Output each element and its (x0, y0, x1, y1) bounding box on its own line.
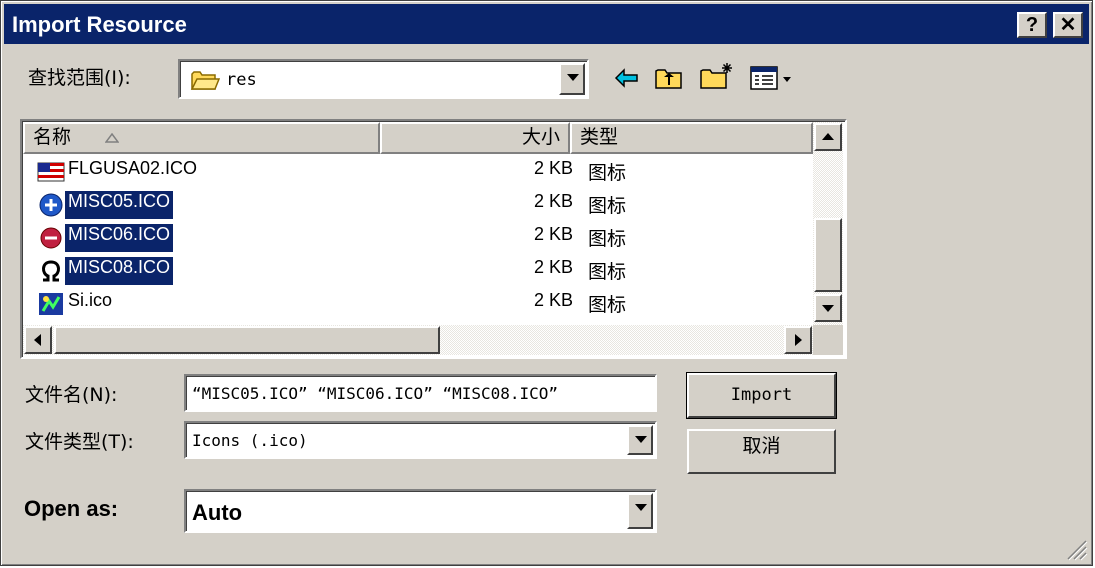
lookin-label: 查找范围(I): (28, 67, 131, 89)
scroll-right-button[interactable] (784, 326, 812, 354)
cancel-button[interactable]: 取消 (687, 429, 836, 474)
minus-circle-icon (40, 227, 62, 249)
file-size: 2 KB (533, 290, 573, 310)
horizontal-scroll-thumb[interactable] (54, 326, 440, 354)
file-size: 2 KB (533, 257, 573, 277)
lookin-value: res (226, 70, 257, 90)
import-resource-dialog: Import Resource ? ✕ 查找范围(I): res 名称 大小 类… (0, 0, 1093, 566)
vertical-scroll-thumb[interactable] (814, 218, 842, 292)
file-name: MISC08.ICO (65, 257, 174, 285)
openas-label: Open as: (24, 496, 119, 521)
file-row[interactable]: MISC05.ICO 2 KB 图标 (23, 188, 813, 221)
file-size: 2 KB (533, 191, 573, 211)
file-name: Si.ico (68, 290, 113, 310)
arrow-left-icon (34, 334, 41, 346)
file-type: 图标 (588, 294, 627, 316)
file-row[interactable]: Si.ico 2 KB 图标 (23, 287, 813, 320)
file-name: MISC05.ICO (65, 191, 174, 219)
plus-circle-icon (39, 193, 63, 217)
arrow-right-icon (795, 334, 802, 346)
filename-value: “MISC05.ICO” “MISC06.ICO” “MISC08.ICO” (192, 384, 559, 403)
new-folder-icon[interactable] (699, 61, 735, 91)
help-button[interactable]: ? (1017, 12, 1047, 38)
column-header-size[interactable]: 大小 (380, 122, 570, 154)
filetype-combobox[interactable]: Icons (.ico) (184, 421, 657, 459)
filename-label: 文件名(N): (25, 384, 118, 406)
resize-grip-icon[interactable] (1064, 537, 1088, 561)
filename-input[interactable]: “MISC05.ICO” “MISC06.ICO” “MISC08.ICO” (184, 374, 657, 412)
vertical-scrollbar[interactable] (813, 122, 843, 325)
back-arrow-icon[interactable] (614, 67, 640, 89)
file-name: MISC06.ICO (65, 224, 174, 252)
file-row[interactable]: FLGUSA02.ICO 2 KB 图标 (23, 155, 813, 188)
file-row[interactable]: MISC08.ICO 2 KB 图标 (23, 254, 813, 287)
file-type: 图标 (588, 228, 627, 250)
scroll-left-button[interactable] (24, 326, 52, 354)
arrow-down-icon (822, 305, 834, 312)
lookin-combobox[interactable]: res (178, 59, 589, 99)
file-type: 图标 (588, 162, 627, 184)
column-header-type[interactable]: 类型 (570, 122, 813, 154)
folder-icon (190, 71, 220, 90)
scroll-up-button[interactable] (814, 123, 842, 151)
si-icon (39, 293, 63, 315)
close-button[interactable]: ✕ (1053, 12, 1083, 38)
column-header-name-label: 名称 (33, 126, 72, 148)
file-list[interactable]: 名称 大小 类型 FLGUSA02.ICO 2 KB 图标 MISC05.ICO… (20, 119, 847, 359)
import-button[interactable]: Import (686, 372, 837, 419)
openas-value: Auto (192, 500, 243, 525)
scrollbar-corner (813, 325, 843, 355)
us-flag-icon (37, 162, 65, 182)
filetype-value: Icons (.ico) (192, 431, 308, 450)
openas-combobox[interactable]: Auto (184, 489, 657, 533)
view-menu-icon[interactable] (749, 65, 795, 91)
title-bar[interactable]: Import Resource ? ✕ (4, 4, 1089, 44)
sort-ascending-icon (105, 133, 119, 143)
arrow-up-icon (822, 133, 834, 140)
filetype-dropdown-button[interactable] (627, 425, 653, 455)
lookin-dropdown-button[interactable] (559, 63, 585, 95)
file-type: 图标 (588, 261, 627, 283)
file-row[interactable]: MISC06.ICO 2 KB 图标 (23, 221, 813, 254)
column-header-name[interactable]: 名称 (23, 122, 380, 154)
file-type: 图标 (588, 195, 627, 217)
omega-icon (42, 260, 60, 282)
scroll-down-button[interactable] (814, 294, 842, 322)
window-title: Import Resource (12, 12, 187, 37)
filetype-label: 文件类型(T): (25, 431, 134, 453)
up-folder-icon[interactable] (654, 65, 684, 91)
openas-dropdown-button[interactable] (627, 493, 653, 529)
file-list-viewport: 名称 大小 类型 FLGUSA02.ICO 2 KB 图标 MISC05.ICO… (23, 122, 813, 325)
file-name: FLGUSA02.ICO (68, 158, 198, 178)
file-size: 2 KB (533, 158, 573, 178)
file-size: 2 KB (533, 224, 573, 244)
horizontal-scrollbar[interactable] (23, 325, 813, 355)
